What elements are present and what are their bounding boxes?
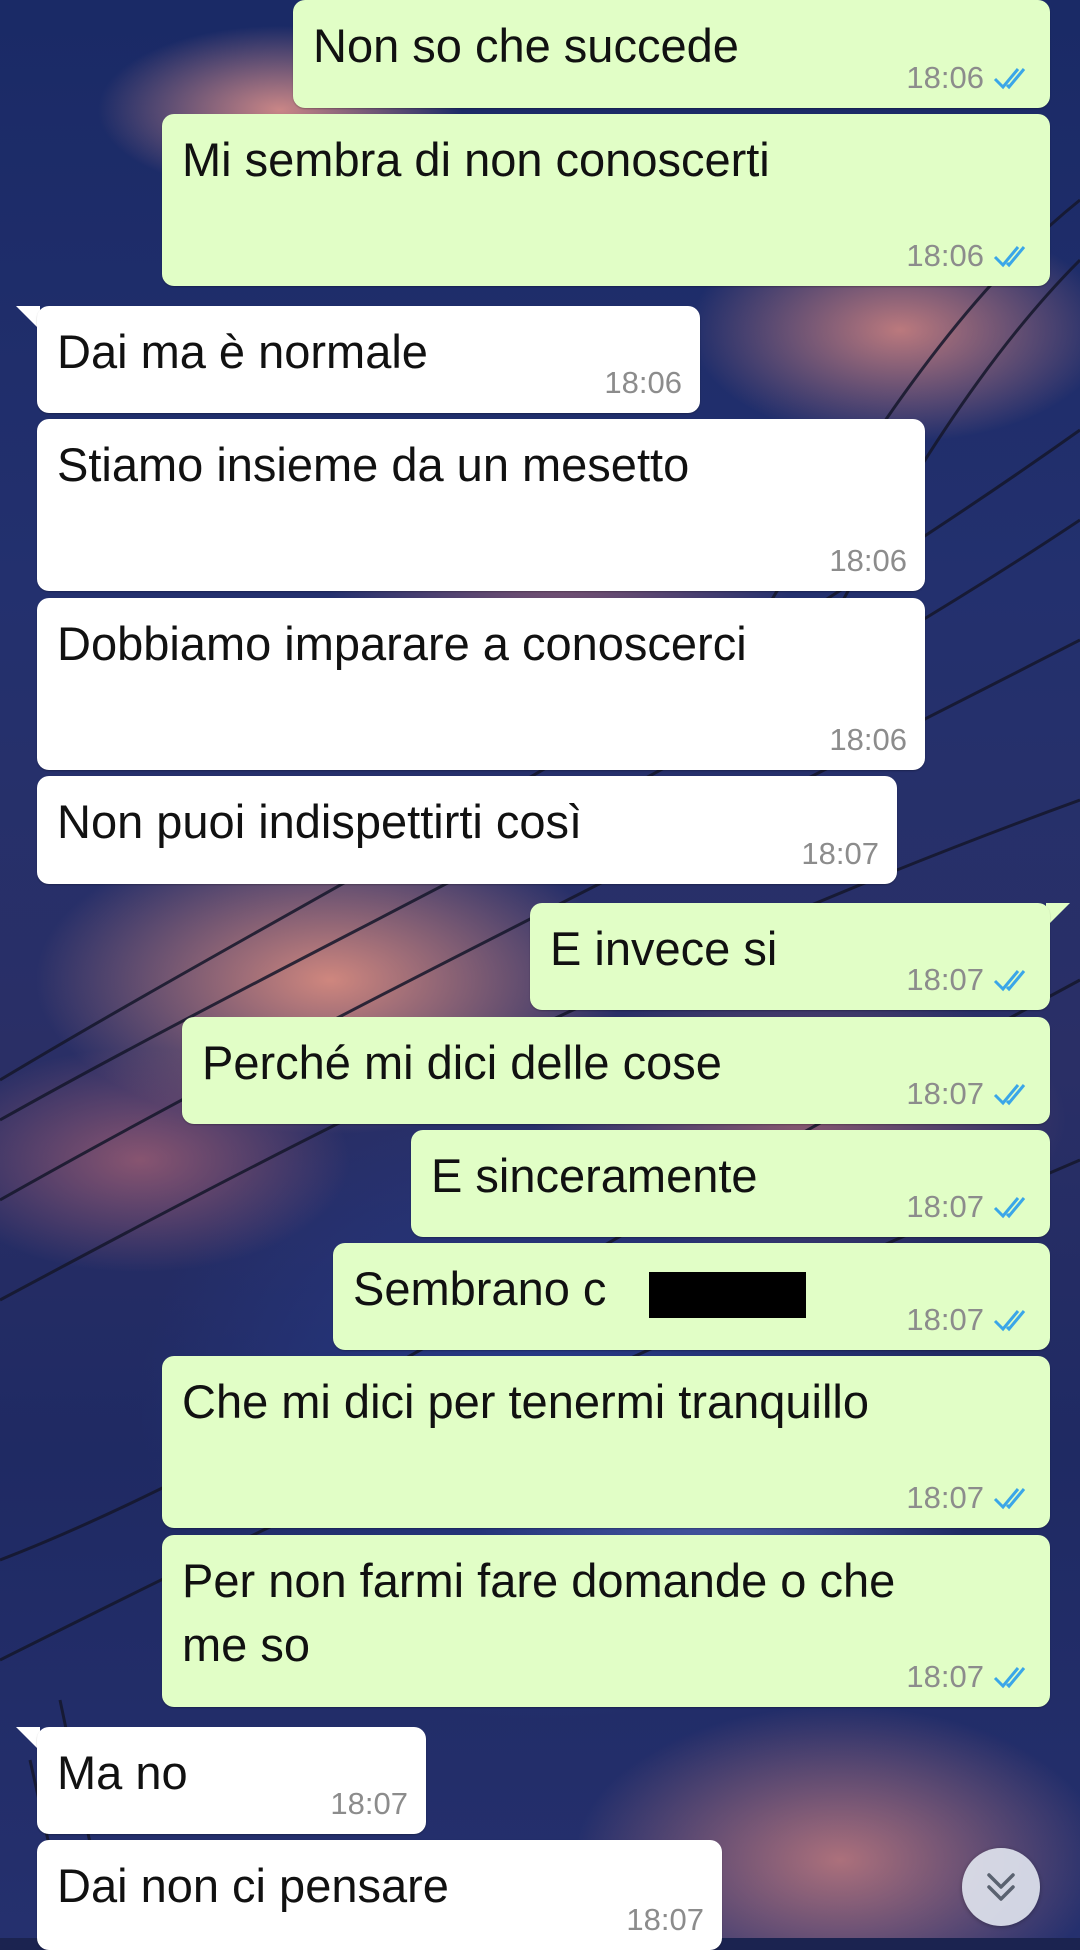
message-time: 18:07 [626,1902,704,1937]
double-check-icon [993,970,1026,992]
message-time: 18:07 [906,1480,984,1515]
message-text: Sembrano c [353,1262,607,1315]
message-meta: 18:06 [906,238,1032,274]
message-meta: 18:07 [626,1902,704,1938]
message-meta: 18:07 [906,1189,1032,1225]
message-meta: 18:07 [906,1480,1032,1516]
message-bubble-incoming[interactable]: Non puoi indispettirti così 18:07 [37,776,897,884]
message-meta: 18:07 [330,1786,408,1822]
double-check-icon [993,1667,1026,1689]
message-time: 18:07 [906,1302,984,1337]
message-bubble-incoming[interactable]: Dai ma è normale 18:06 [37,306,700,413]
message-meta: 18:06 [604,365,682,401]
message-text: Dobbiamo imparare a conoscerci [57,617,747,670]
message-text: E invece si [550,922,778,975]
message-time: 18:07 [906,1076,984,1111]
double-check-icon [993,1197,1026,1219]
double-check-icon [993,246,1026,268]
message-time: 18:06 [906,60,984,95]
message-time: 18:06 [829,722,907,757]
message-text-line: me so [182,1618,310,1671]
message-bubble-outgoing[interactable]: E sinceramente 18:07 [411,1130,1050,1237]
message-time: 18:07 [801,836,879,871]
message-time: 18:07 [330,1786,408,1821]
message-time: 18:07 [906,1659,984,1694]
double-check-icon [993,68,1026,90]
double-check-icon [993,1488,1026,1510]
message-bubble-incoming[interactable]: Ma no 18:07 [37,1727,426,1834]
message-bubble-outgoing[interactable]: Mi sembra di non conoscerti 18:06 [162,114,1050,286]
message-meta: 18:06 [906,60,1032,96]
message-meta: 18:06 [829,543,907,579]
message-time: 18:06 [906,238,984,273]
message-bubble-outgoing[interactable]: Non so che succede 18:06 [293,0,1050,108]
message-text: Dai non ci pensare [57,1859,449,1912]
message-meta: 18:07 [906,1076,1032,1112]
message-text: Non so che succede [313,19,739,72]
message-text-line: Per non farmi fare domande o che [182,1554,896,1607]
message-meta: 18:07 [906,962,1032,998]
message-text: E sinceramente [431,1149,758,1202]
message-bubble-incoming[interactable]: Stiamo insieme da un mesetto 18:06 [37,419,925,591]
scroll-to-bottom-button[interactable] [962,1848,1040,1926]
double-check-icon [993,1310,1026,1332]
redaction-block [649,1272,806,1318]
double-check-icon [993,1084,1026,1106]
message-text: Dai ma è normale [57,325,428,378]
message-time: 18:07 [906,962,984,997]
message-bubble-incoming[interactable]: Dai non ci pensare 18:07 [37,1840,722,1950]
message-meta: 18:06 [829,722,907,758]
message-text: Mi sembra di non conoscerti [182,133,770,186]
message-text: Non puoi indispettirti così [57,795,583,848]
message-time: 18:06 [829,543,907,578]
message-text: Ma no [57,1746,188,1799]
message-time: 18:07 [906,1189,984,1224]
message-bubble-incoming[interactable]: Dobbiamo imparare a conoscerci 18:06 [37,598,925,770]
message-bubble-outgoing[interactable]: Che mi dici per tenermi tranquillo 18:07 [162,1356,1050,1528]
message-text: Perché mi dici delle cose [202,1036,722,1089]
message-meta: 18:07 [801,836,879,872]
message-time: 18:06 [604,365,682,400]
message-bubble-outgoing[interactable]: Per non farmi fare domande o che me so 1… [162,1535,1050,1707]
message-bubble-outgoing[interactable]: Perché mi dici delle cose 18:07 [182,1017,1050,1124]
message-text: Stiamo insieme da un mesetto [57,438,690,491]
message-bubble-outgoing[interactable]: E invece si 18:07 [530,903,1050,1010]
message-text: Che mi dici per tenermi tranquillo [182,1375,870,1428]
double-chevron-down-icon [987,1873,1015,1901]
message-meta: 18:07 [906,1659,1032,1695]
message-meta: 18:07 [906,1302,1032,1338]
message-text: Per non farmi fare domande o che me so [182,1549,895,1677]
